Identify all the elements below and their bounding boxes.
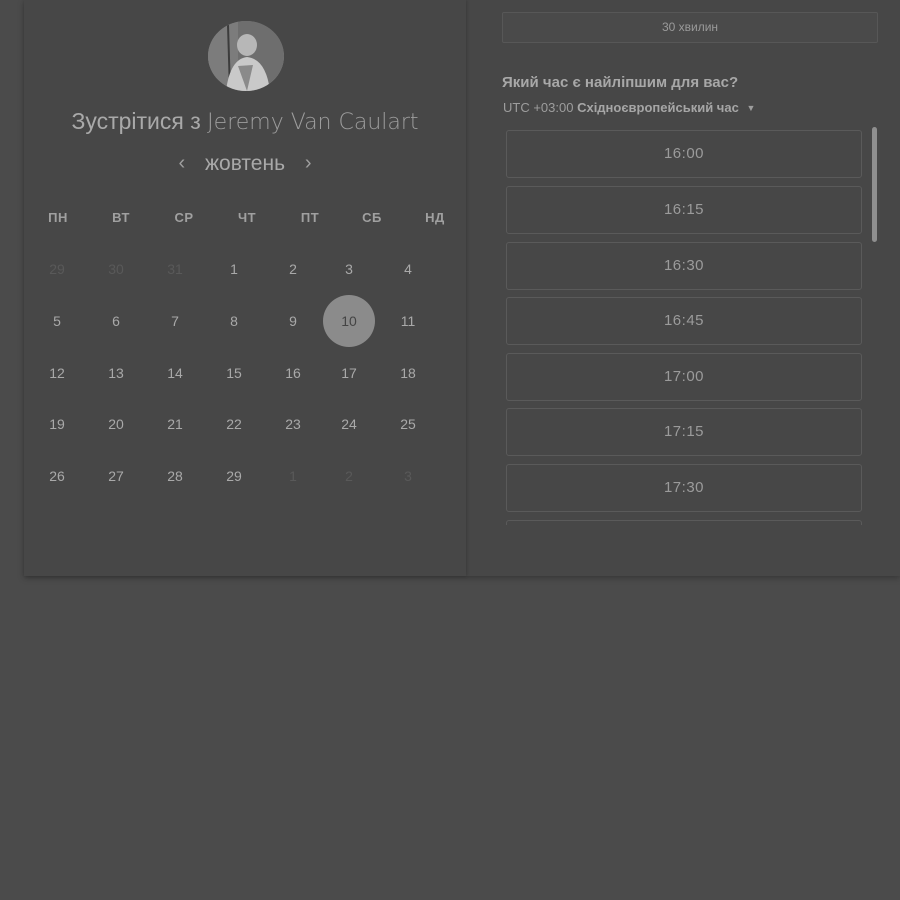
weekday-label: ВТ [112, 210, 130, 225]
calendar-day[interactable]: 8 [208, 295, 260, 347]
calendar-day[interactable]: 2 [267, 243, 319, 295]
chevron-left-icon[interactable]: ‹ [164, 152, 199, 175]
host-avatar [208, 21, 284, 91]
calendar-day[interactable]: 21 [149, 398, 201, 450]
calendar-day[interactable]: 5 [31, 295, 83, 347]
timezone-offset: UTC +03:00 [503, 100, 574, 115]
time-slot-list[interactable]: 16:00 16:15 16:30 16:45 17:00 17:15 17:3… [506, 130, 864, 525]
time-slot-button[interactable]: 16:30 [506, 242, 862, 290]
calendar-day[interactable]: 12 [31, 347, 83, 399]
calendar-day[interactable]: 25 [382, 398, 434, 450]
title-prefix: Зустрітися з [71, 108, 201, 134]
calendar-day[interactable]: 16 [267, 347, 319, 399]
calendar-day[interactable]: 22 [208, 398, 260, 450]
calendar-day[interactable]: 6 [90, 295, 142, 347]
calendar-day[interactable]: 29 [208, 450, 260, 502]
calendar-day[interactable]: 1 [208, 243, 260, 295]
calendar-day[interactable]: 7 [149, 295, 201, 347]
calendar-day[interactable]: 14 [149, 347, 201, 399]
weekday-label: СР [174, 210, 194, 225]
calendar-day[interactable]: 11 [382, 295, 434, 347]
time-slot-button[interactable]: 16:45 [506, 297, 862, 345]
time-slot-button[interactable]: 16:00 [506, 130, 862, 178]
calendar-day[interactable]: 13 [90, 347, 142, 399]
weekday-label: ПН [48, 210, 68, 225]
calendar-day: 2 [345, 468, 353, 484]
calendar-day[interactable]: 4 [382, 243, 434, 295]
weekday-label: СБ [362, 210, 382, 225]
calendar-day: 30 [108, 261, 124, 277]
time-slot-button[interactable] [506, 520, 862, 525]
timezone-selector[interactable]: UTC +03:00 Східноєвропейський час ▼ [503, 100, 755, 115]
avatar-photo [208, 21, 284, 91]
weekday-label: ЧТ [237, 210, 257, 225]
time-question: Який час є найліпшим для вас? [502, 74, 739, 91]
calendar-day[interactable]: 24 [323, 398, 375, 450]
calendar-day[interactable]: 23 [267, 398, 319, 450]
chevron-right-icon[interactable]: › [291, 152, 326, 175]
time-slot-button[interactable]: 17:30 [506, 464, 862, 512]
calendar-day[interactable]: 3 [323, 243, 375, 295]
host-name: Jeremy Van Caulart [207, 110, 419, 135]
month-navigation: ‹ жовтень › [24, 152, 466, 176]
calendar-day: 3 [404, 468, 412, 484]
calendar-day[interactable]: 27 [90, 450, 142, 502]
month-label: жовтень [204, 152, 286, 175]
timezone-name: Східноєвропейський час [577, 100, 739, 115]
weekday-label: ПТ [300, 210, 320, 225]
calendar-day: 1 [289, 468, 297, 484]
calendar-day[interactable]: 18 [382, 347, 434, 399]
calendar-day: 29 [49, 261, 65, 277]
calendar-panel: Зустрітися з Jeremy Van Caulart ‹ жовтен… [24, 0, 466, 576]
calendar-day[interactable]: 20 [90, 398, 142, 450]
calendar-day[interactable]: 28 [149, 450, 201, 502]
duration-label: 30 хвилин [502, 12, 878, 43]
time-slot-button[interactable]: 17:15 [506, 408, 862, 456]
calendar-day[interactable]: 17 [323, 347, 375, 399]
calendar-day[interactable]: 19 [31, 398, 83, 450]
time-slot-button[interactable]: 16:15 [506, 186, 862, 234]
slot-list-scrollbar[interactable] [872, 127, 877, 242]
calendar-day: 31 [167, 261, 183, 277]
calendar-day[interactable]: 9 [267, 295, 319, 347]
caret-down-icon: ▼ [746, 103, 756, 113]
weekday-header: ПН ВТ СР ЧТ ПТ СБ НД [24, 210, 466, 230]
time-slot-button[interactable]: 17:00 [506, 353, 862, 401]
booking-panel: Зустрітися з Jeremy Van Caulart ‹ жовтен… [24, 0, 900, 576]
page-title: Зустрітися з Jeremy Van Caulart [24, 108, 466, 135]
calendar-day[interactable]: 26 [31, 450, 83, 502]
calendar-day-selected[interactable]: 10 [323, 295, 375, 347]
calendar-day[interactable]: 15 [208, 347, 260, 399]
weekday-label: НД [425, 210, 445, 225]
